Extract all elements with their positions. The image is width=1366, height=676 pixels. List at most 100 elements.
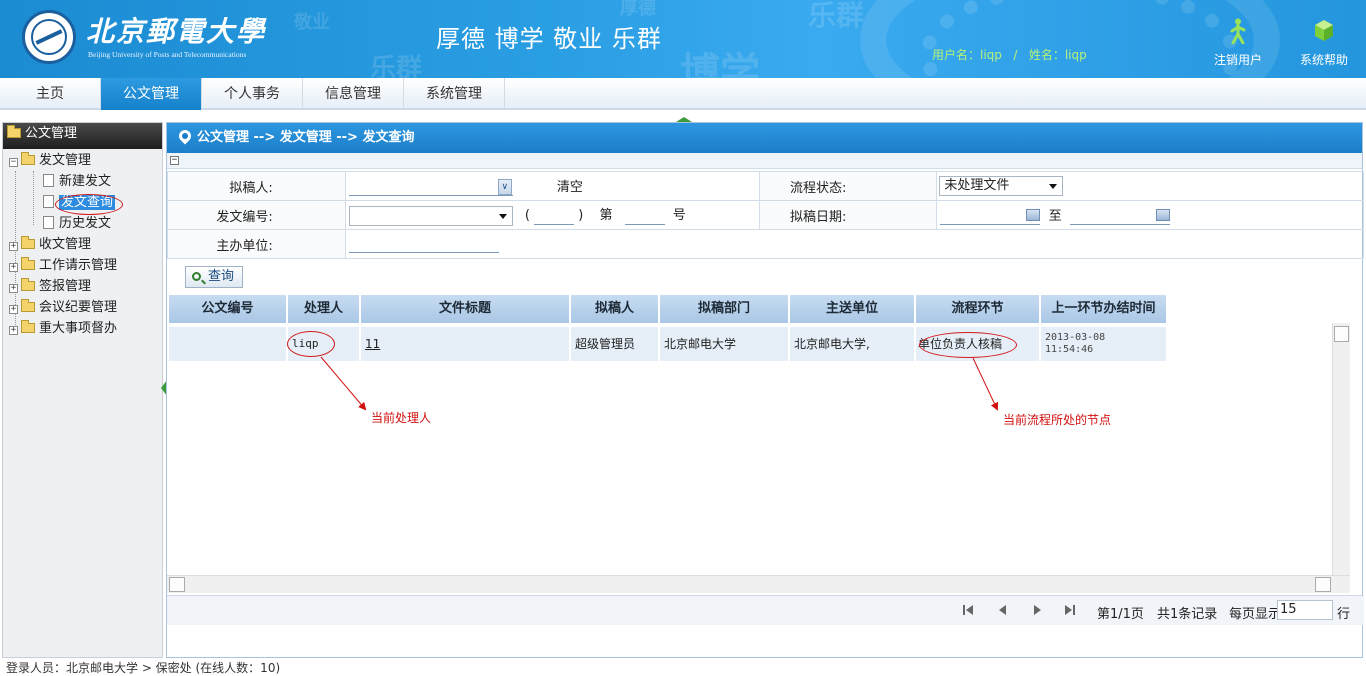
cube-icon: [1315, 20, 1333, 41]
tree-item-report[interactable]: + 签报管理: [9, 277, 91, 297]
breadcrumb: 公文管理 --> 发文管理 --> 发文查询: [167, 123, 1362, 153]
query-button[interactable]: 查询: [185, 266, 243, 288]
nav-document-management[interactable]: 公文管理: [101, 78, 202, 110]
horizontal-scrollbar[interactable]: [167, 575, 1350, 593]
page-icon: [43, 195, 54, 208]
header-banner: 敬业 厚德 乐群 博学 乐群 北京郵電大學 Beijing University…: [0, 0, 1366, 78]
docno-number-input[interactable]: [624, 207, 665, 225]
expand-icon[interactable]: +: [9, 263, 18, 272]
logout-button[interactable]: 注销用户: [1208, 18, 1268, 68]
clear-link[interactable]: 清空: [557, 180, 583, 195]
expand-icon[interactable]: +: [9, 242, 18, 251]
tree-item-new-outgoing[interactable]: 新建发文: [43, 172, 111, 192]
highlight-ellipse: [55, 194, 123, 215]
university-logo-english: Beijing University of Posts and Telecomm…: [88, 50, 247, 59]
paren-open: (: [524, 208, 530, 224]
first-page-icon[interactable]: [963, 604, 975, 616]
prev-page-icon[interactable]: [997, 604, 1009, 616]
double-chevron-down-icon[interactable]: ∨: [497, 179, 512, 196]
sidebar-title: 公文管理: [25, 126, 78, 141]
expand-icon[interactable]: +: [9, 284, 18, 293]
page-icon: [43, 216, 54, 229]
per-page-unit: 行: [1337, 607, 1351, 622]
tree-item-meeting-minutes[interactable]: + 会议纪要管理: [9, 298, 117, 318]
help-label: 系统帮助: [1299, 53, 1348, 67]
docno-label: 发文编号:: [167, 200, 346, 230]
logout-label: 注销用户: [1213, 53, 1262, 67]
folder-icon: [21, 278, 35, 291]
dept-label: 主办单位:: [167, 229, 346, 259]
to-label: 至: [1048, 208, 1062, 224]
search-panel-toggle-bar: −: [167, 153, 1362, 169]
di-label: 第: [599, 208, 613, 224]
status-select[interactable]: 未处理文件: [939, 176, 1064, 196]
arrow-to-handler-note: [320, 356, 367, 411]
folder-open-icon: [21, 152, 35, 165]
collapse-icon[interactable]: −: [170, 156, 179, 165]
sidebar: 公文管理 − 发文管理 新建发文 发文查询 历史发文 + 收文管理 + 工作请示管理 …: [2, 122, 163, 658]
banner-watermark: 厚德: [620, 0, 656, 19]
date-from-input[interactable]: [940, 207, 1041, 226]
chevron-down-icon: [1049, 184, 1058, 189]
banner-decoration-dots: [920, 0, 1240, 78]
scroll-left-button[interactable]: [169, 577, 185, 592]
folder-icon: [21, 257, 35, 270]
vertical-scrollbar[interactable]: [1332, 323, 1350, 575]
tree-item-work-request[interactable]: + 工作请示管理: [9, 256, 117, 276]
status-label: 流程状态:: [758, 171, 938, 201]
search-form: 拟稿人: ∨ 清空 流程状态: 未处理文件 发文编号: () 第 号 拟稿日期…: [167, 171, 1365, 259]
date-label: 拟稿日期:: [758, 200, 938, 230]
status-footer: 登录人员：北京邮电大学 > 保密处 (在线人数：10): [6, 661, 281, 675]
banner-watermark: 敬业: [294, 12, 330, 33]
main-panel: 公文管理 --> 发文管理 --> 发文查询 − 拟稿人: ∨ 清空 流程状态:…: [166, 122, 1365, 658]
dept-input[interactable]: [348, 235, 499, 253]
search-icon: [192, 272, 201, 281]
calendar-icon[interactable]: [1155, 209, 1170, 222]
drafter-input[interactable]: ∨: [348, 178, 513, 197]
pager: 第1/1页 共1条记录 每页显示 15 行: [167, 595, 1364, 625]
folder-icon: [7, 125, 21, 138]
banner-watermark: 乐群: [808, 0, 865, 32]
handler-note: 当前处理人: [371, 411, 432, 425]
university-logo-text: 北京郵電大學: [86, 15, 267, 48]
last-page-icon[interactable]: [1065, 604, 1077, 616]
nav-info-management[interactable]: 信息管理: [303, 78, 404, 110]
paren-close: ): [578, 208, 584, 224]
results-grid: 公文编号 处理人 文件标题 拟稿人 拟稿部门 主送单位 流程环节 上一环节办结时…: [167, 293, 1364, 595]
tree-item-incoming[interactable]: + 收文管理: [9, 235, 91, 255]
banner-watermark: 博学: [680, 50, 760, 78]
collapse-icon[interactable]: −: [9, 158, 18, 167]
banner-watermark: 乐群: [370, 54, 423, 78]
total-records: 共1条记录: [1157, 607, 1218, 622]
university-seal-icon: [22, 10, 76, 64]
page-info: 第1/1页: [1097, 607, 1144, 622]
calendar-icon[interactable]: [1026, 209, 1041, 222]
folder-icon: [21, 236, 35, 249]
expand-icon[interactable]: +: [9, 305, 18, 314]
date-to-input[interactable]: [1069, 207, 1170, 226]
nav-personal-affairs[interactable]: 个人事务: [202, 78, 303, 110]
nav-system-management[interactable]: 系统管理: [404, 78, 505, 110]
help-button[interactable]: 系统帮助: [1294, 18, 1354, 68]
nav-home[interactable]: 主页: [0, 78, 101, 110]
main-nav: 主页 公文管理 个人事务 信息管理 系统管理: [0, 78, 1366, 110]
folder-icon: [21, 299, 35, 312]
drafter-label: 拟稿人:: [167, 171, 346, 201]
hao-label: 号: [672, 208, 686, 224]
docno-year-input[interactable]: [534, 207, 575, 225]
tree-item-history-outgoing[interactable]: 历史发文: [43, 214, 111, 234]
expand-icon[interactable]: +: [9, 326, 18, 335]
docno-select[interactable]: [348, 205, 513, 226]
location-pin-icon: [176, 127, 194, 145]
scroll-right-button[interactable]: [1315, 577, 1331, 592]
step-note: 当前流程所处的节点: [1003, 413, 1112, 427]
user-info: 用户名：liqp / 姓名：liqp: [932, 48, 1087, 62]
page-icon: [43, 174, 54, 187]
scroll-thumb[interactable]: [1334, 326, 1349, 342]
tree-item-major-matters[interactable]: + 重大事项督办: [9, 319, 117, 339]
chevron-down-icon: [498, 213, 507, 219]
tree-item-outgoing[interactable]: − 发文管理: [9, 151, 91, 171]
per-page-input[interactable]: 15: [1277, 600, 1333, 620]
next-page-icon[interactable]: [1031, 604, 1043, 616]
person-walk-icon: [1230, 18, 1246, 45]
